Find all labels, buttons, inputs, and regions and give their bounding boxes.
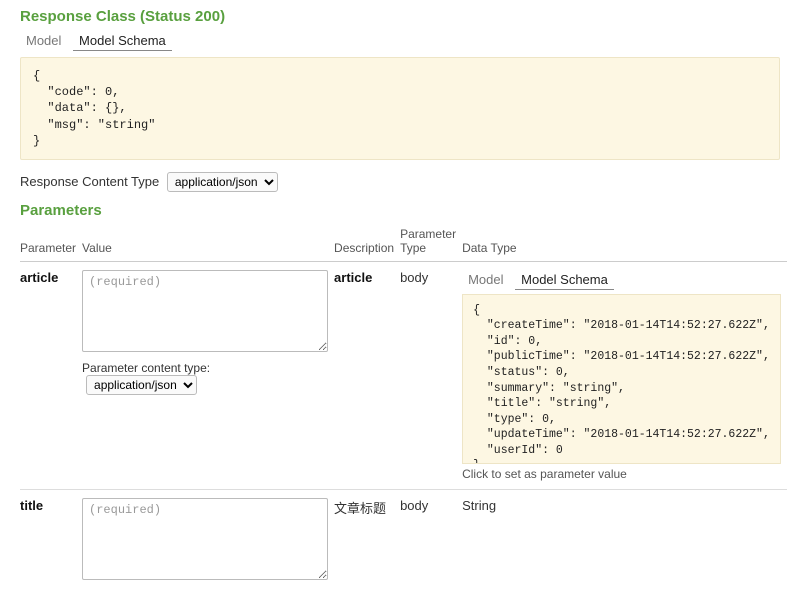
param-desc-article: article [334,270,372,285]
param-content-type-label: Parameter content type: [82,361,210,375]
response-class-heading: Response Class (Status 200) [20,8,780,25]
data-type-title: String [462,498,496,513]
click-to-set-hint: Click to set as parameter value [462,467,781,481]
col-value: Value [82,223,334,262]
col-parameter: Parameter [20,223,82,262]
param-type-title: body [400,498,428,513]
data-type-model-code[interactable]: { "createTime": "2018-01-14T14:52:27.622… [462,294,781,464]
param-value-article-input[interactable] [82,270,328,352]
param-desc-title: 文章标题 [334,501,386,516]
response-content-type-select[interactable]: application/json [167,172,278,192]
tab-dt-model[interactable]: Model [462,270,509,289]
tab-model[interactable]: Model [20,31,67,50]
response-content-type-row: Response Content Type application/json [20,172,780,192]
param-name-title: title [20,498,43,513]
tab-dt-model-schema[interactable]: Model Schema [515,270,614,290]
col-data-type: Data Type [462,223,787,262]
param-type-article: body [400,270,428,285]
parameters-table: Parameter Value Description Parameter Ty… [20,223,787,591]
table-row: article Parameter content type: applicat… [20,261,787,489]
param-value-title-input[interactable] [82,498,328,580]
tab-model-schema[interactable]: Model Schema [73,31,172,51]
parameters-heading: Parameters [20,202,780,219]
col-description: Description [334,223,400,262]
response-content-type-label: Response Content Type [20,174,159,189]
param-content-type-select[interactable]: application/json [86,375,197,395]
response-tabs: Model Model Schema [20,31,780,51]
param-name-article: article [20,270,58,285]
param-content-type-row: Parameter content type: application/json [82,361,328,395]
data-type-tabs: Model Model Schema [462,270,781,290]
col-parameter-type: Parameter Type [400,223,462,262]
table-row: title 文章标题 body String [20,489,787,591]
response-schema-code: { "code": 0, "data": {}, "msg": "string"… [20,57,780,160]
